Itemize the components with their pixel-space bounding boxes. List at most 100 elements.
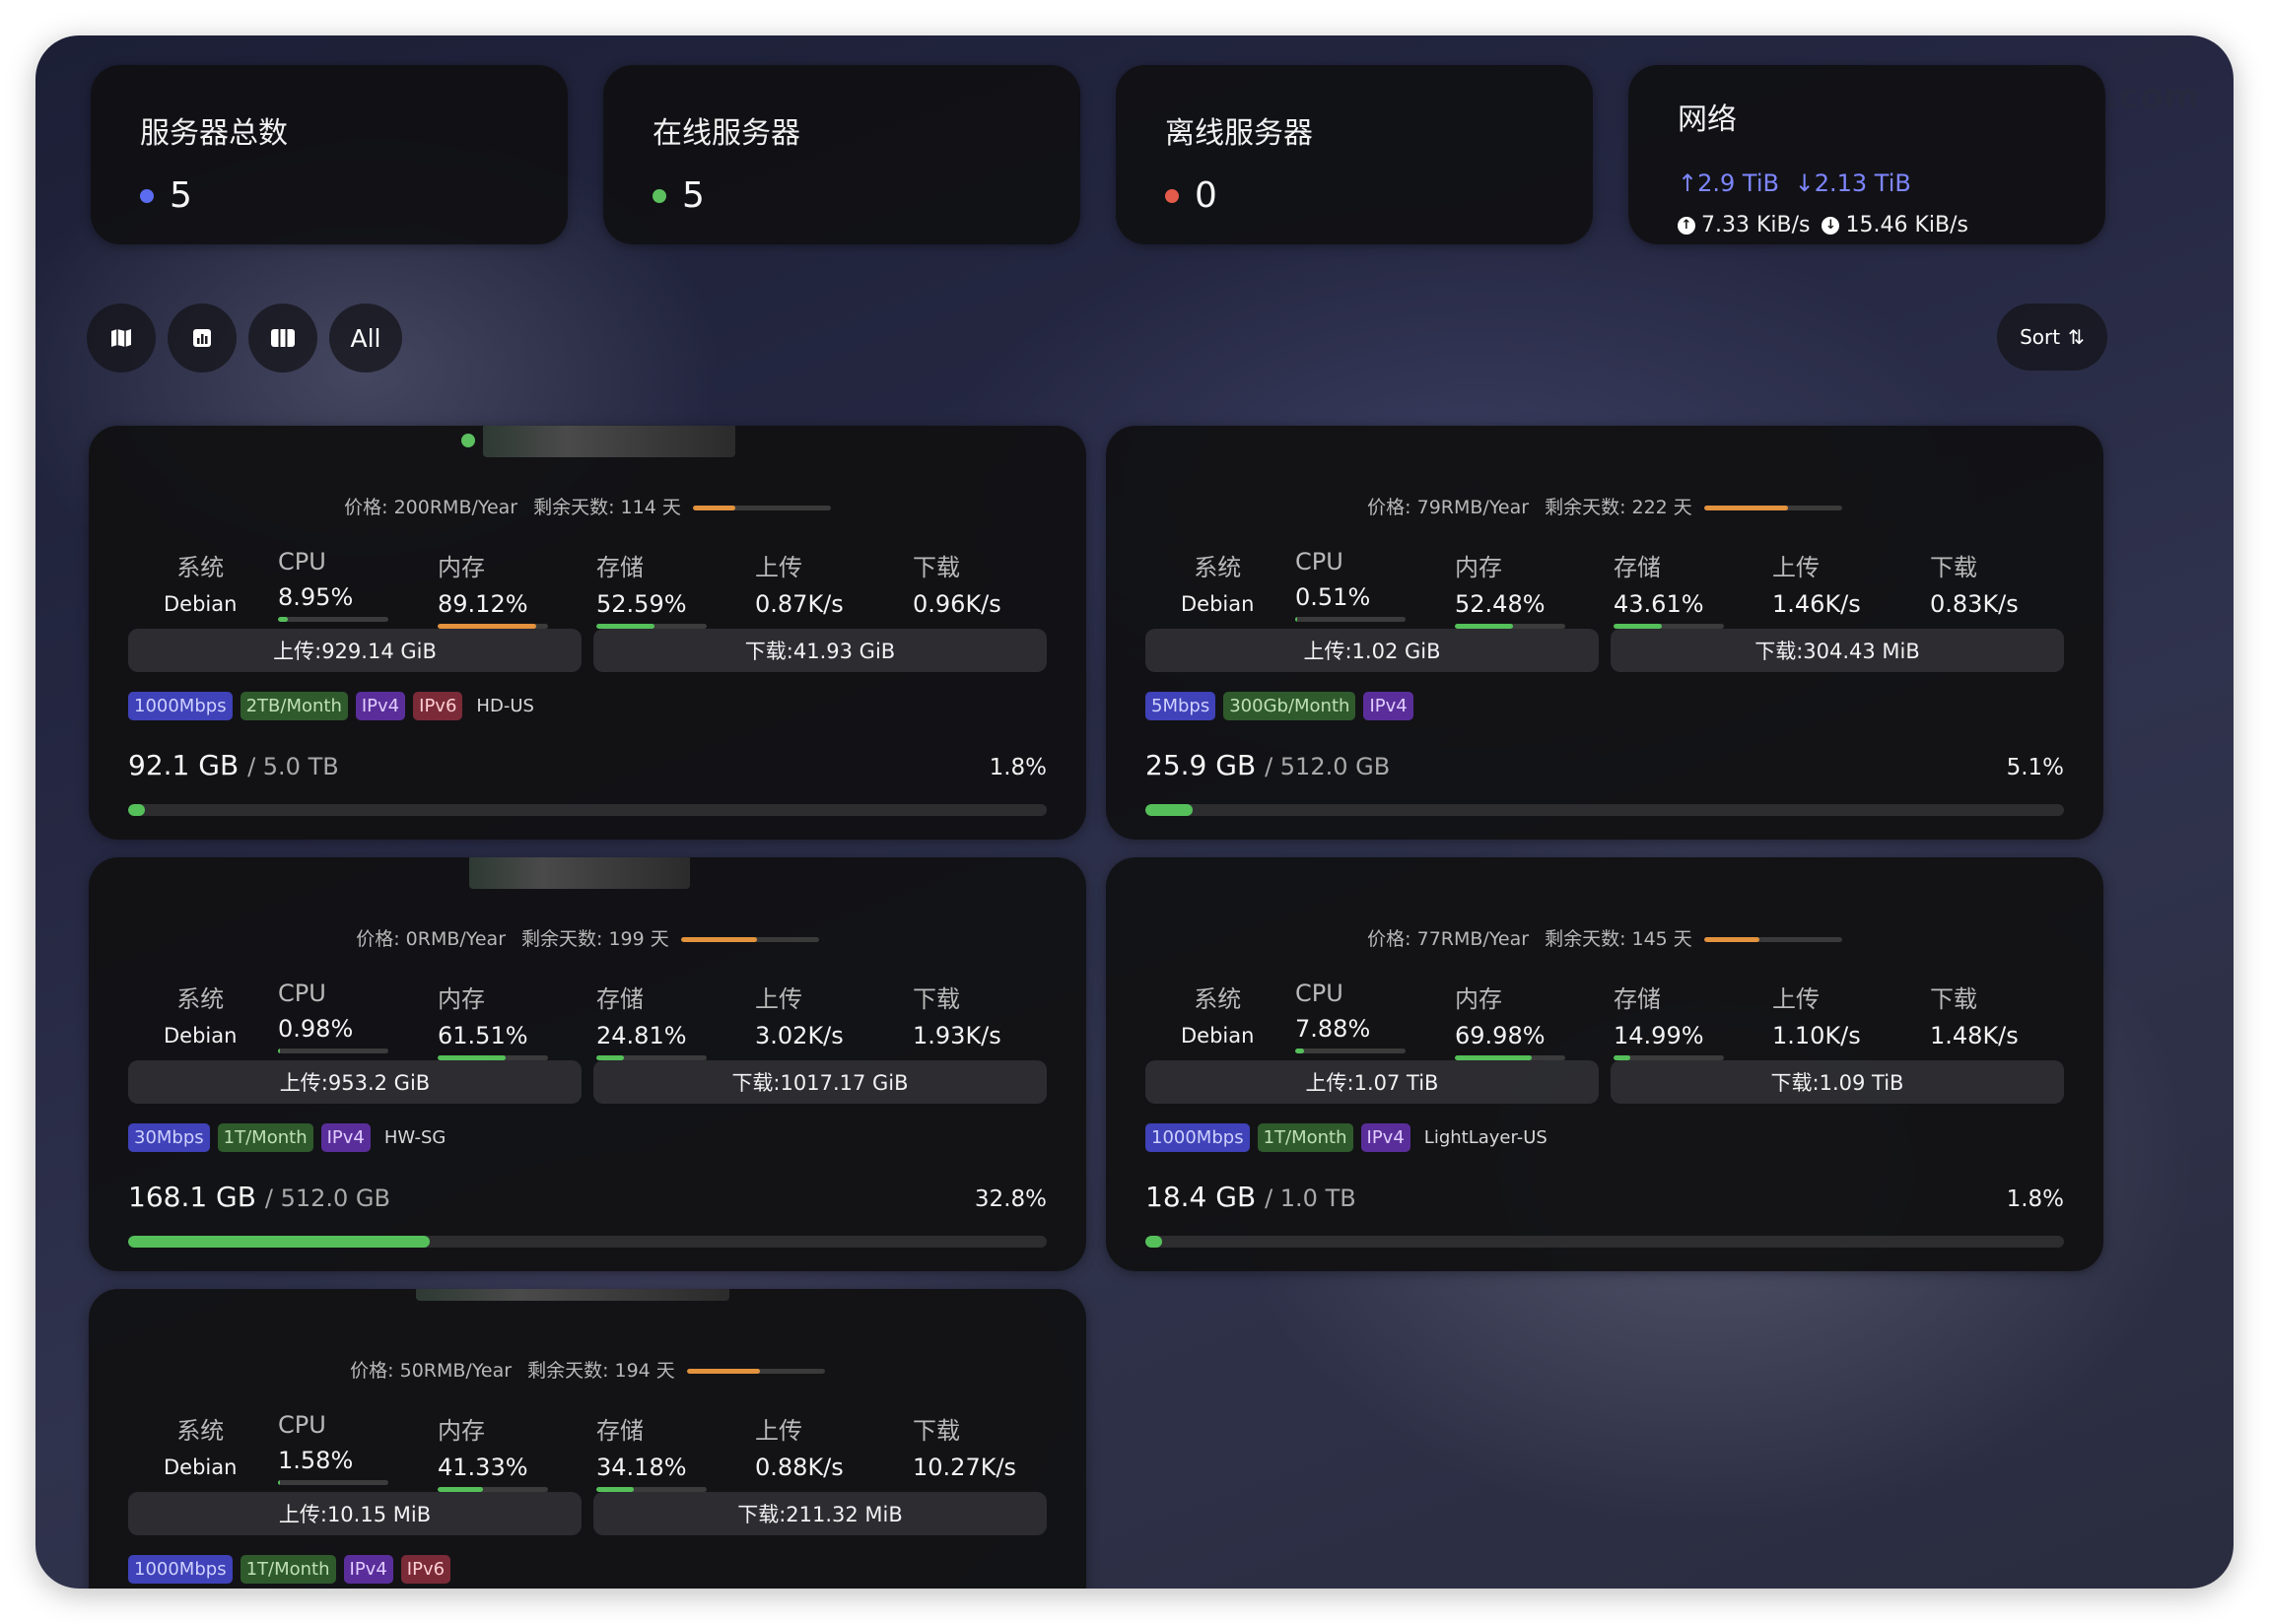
tag: HD-US — [476, 696, 534, 716]
server-card[interactable]: 价格: 50RMB/Year 剩余天数: 194 天系统 Debian CPU 1.58… — [89, 1289, 1086, 1589]
used-value: 25.9 GB — [1145, 749, 1257, 781]
upload-label: 上传 — [755, 554, 802, 581]
server-card[interactable]: 价格: 77RMB/Year 剩余天数: 145 天系统 Debian CPU 7.88… — [1106, 857, 2103, 1271]
tag: IPv6 — [400, 1555, 451, 1584]
download-speed: 0.83K/s — [1930, 590, 2019, 618]
memory-value: 52.48% — [1455, 590, 1546, 618]
upload-speed: 0.87K/s — [755, 590, 844, 618]
os-value: Debian — [164, 1455, 238, 1479]
quota-total: / 1.0 TB — [1265, 1184, 1356, 1212]
os-value: Debian — [1181, 592, 1255, 616]
download-icon: ↓ — [1822, 216, 1840, 235]
stat-value: 0 — [1195, 175, 1217, 216]
stat-total-servers: 服务器总数 5 — [91, 65, 568, 244]
download-total: 下载:41.93 GiB — [593, 629, 1047, 672]
download-label: 下载 — [913, 554, 960, 581]
storage-column: 存储 24.81% — [596, 980, 707, 1060]
cpu-bar — [1295, 1049, 1406, 1053]
server-card[interactable]: 价格: 0RMB/Year 剩余天数: 199 天系统 Debian CPU 0.98%… — [89, 857, 1086, 1271]
memory-label: 内存 — [438, 554, 485, 581]
column-view-button[interactable] — [248, 304, 317, 372]
usage-percent: 32.8% — [974, 1186, 1047, 1212]
tag-list: 1000Mbps 1T/Month IPv4 LightLayer-US — [1145, 1123, 1553, 1152]
cpu-value: 0.51% — [1295, 583, 1371, 611]
usage-percent: 1.8% — [2006, 1186, 2064, 1212]
download-label: 下载 — [1930, 985, 1977, 1013]
storage-value: 14.99% — [1614, 1022, 1704, 1049]
upload-speed: 1.10K/s — [1772, 1022, 1861, 1049]
tag-list: 5Mbps 300Gb/Month IPv4 — [1145, 692, 1413, 720]
storage-column: 存储 43.61% — [1614, 548, 1724, 629]
storage-column: 存储 34.18% — [596, 1411, 707, 1492]
upload-label: 上传 — [755, 985, 802, 1013]
cpu-column: CPU 0.51% — [1295, 548, 1406, 622]
quota-total: / 512.0 GB — [264, 1184, 390, 1212]
memory-value: 69.98% — [1455, 1022, 1546, 1049]
os-value: Debian — [164, 1024, 238, 1048]
tag: IPv4 — [343, 1555, 393, 1584]
chart-view-button[interactable] — [168, 304, 237, 372]
tag: 1000Mbps — [128, 1555, 233, 1584]
tag: 1000Mbps — [1145, 1123, 1250, 1152]
stat-value: 5 — [170, 175, 192, 216]
system-column: 系统 Debian — [164, 980, 237, 1048]
tag: 1T/Month — [240, 1555, 336, 1584]
days-left-bar — [692, 506, 831, 510]
usage-percent: 1.8% — [989, 755, 1047, 780]
cpu-column: CPU 1.58% — [278, 1411, 388, 1485]
upload-speed: 1.46K/s — [1772, 590, 1861, 618]
server-card[interactable]: 价格: 79RMB/Year 剩余天数: 222 天系统 Debian CPU 0.51… — [1106, 426, 2103, 840]
traffic-used: 92.1 GB / 5.0 TB — [128, 749, 339, 781]
tag: IPv4 — [1360, 1123, 1410, 1152]
stat-title: 离线服务器 — [1165, 116, 1313, 151]
server-card[interactable]: 价格: 200RMB/Year 剩余天数: 114 天系统 Debian CPU 8.9… — [89, 426, 1086, 840]
cpu-value: 0.98% — [278, 1015, 354, 1043]
cpu-column: CPU 0.98% — [278, 980, 388, 1053]
download-total: 下载:1017.17 GiB — [593, 1060, 1047, 1104]
cpu-label: CPU — [278, 980, 326, 1007]
tag: IPv4 — [1363, 692, 1413, 720]
storage-column: 存储 52.59% — [596, 548, 707, 629]
price-text: 价格: 50RMB/Year — [350, 1360, 513, 1382]
upload-total: 上传:1.02 GiB — [1145, 629, 1599, 672]
price-text: 价格: 200RMB/Year — [344, 497, 518, 518]
download-total: 下载:304.43 MiB — [1611, 629, 2064, 672]
days-left-bar — [1703, 937, 1842, 942]
upload-total: 上传:953.2 GiB — [128, 1060, 582, 1104]
sort-icon: ⇅ — [2068, 325, 2085, 349]
cpu-bar — [278, 1480, 388, 1485]
stat-title: 网络 — [1678, 102, 1737, 137]
memory-label: 内存 — [1455, 554, 1502, 581]
network-up-speed: 7.33 KiB/s — [1701, 213, 1811, 237]
usage-bar — [128, 1236, 1047, 1248]
memory-column: 内存 61.51% — [438, 980, 548, 1060]
upload-label: 上传 — [1772, 985, 1820, 1013]
download-column: 下载 1.93K/s — [913, 980, 1001, 1049]
upload-label: 上传 — [755, 1417, 802, 1445]
upload-column: 上传 1.46K/s — [1772, 548, 1861, 618]
all-filter-button[interactable]: All — [329, 304, 402, 372]
days-left-bar — [680, 937, 819, 942]
stat-network: 网络 ↑2.9 TiB ↓2.13 TiB ↑ 7.33 KiB/s ↓ 15.… — [1628, 65, 2105, 244]
system-label: 系统 — [1194, 985, 1242, 1013]
tag: 1000Mbps — [128, 692, 233, 720]
tag-list: 1000Mbps 1T/Month IPv4 IPv6 — [128, 1555, 451, 1584]
upload-icon: ↑ — [1678, 216, 1695, 235]
quota-total: / 512.0 GB — [1265, 753, 1391, 780]
memory-value: 41.33% — [438, 1454, 528, 1481]
tag: 30Mbps — [128, 1123, 210, 1152]
cpu-label: CPU — [278, 1411, 326, 1439]
memory-label: 内存 — [438, 1417, 485, 1445]
storage-label: 存储 — [596, 985, 644, 1013]
server-name-redacted — [483, 426, 735, 457]
tag: IPv4 — [355, 692, 406, 720]
days-left-bar — [1703, 506, 1842, 510]
map-view-button[interactable] — [87, 304, 156, 372]
sort-button[interactable]: Sort ⇅ — [1997, 304, 2107, 371]
tag: 1T/Month — [1257, 1123, 1353, 1152]
stat-online-servers: 在线服务器 5 — [603, 65, 1080, 244]
days-left-text: 剩余天数: 145 天 — [1545, 928, 1692, 950]
usage-bar — [128, 804, 1047, 816]
download-total: 下载:1.09 TiB — [1611, 1060, 2064, 1104]
tag: HW-SG — [383, 1127, 447, 1148]
